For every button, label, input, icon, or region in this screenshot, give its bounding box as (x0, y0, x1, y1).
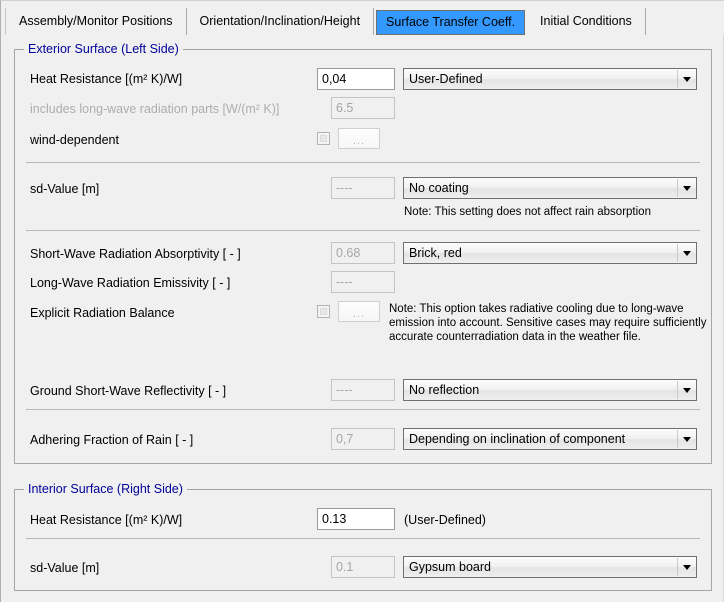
exterior-wind-dependent-options-button[interactable]: ... (338, 128, 380, 149)
exterior-sd-value-note: Note: This setting does not affect rain … (404, 205, 651, 219)
exterior-shortwave-absorptivity-dropdown[interactable]: Brick, red (403, 242, 697, 264)
interior-sd-value-dropdown-value: Gypsum board (409, 560, 491, 574)
exterior-surface-group: Exterior Surface (Left Side) Heat Resist… (14, 49, 712, 464)
tab-assembly-monitor-positions[interactable]: Assembly/Monitor Positions (5, 8, 187, 35)
exterior-wind-dependent-label: wind-dependent (30, 132, 119, 148)
exterior-explicit-radiation-balance-note-line3: accurate counterradiation data in the we… (389, 330, 641, 344)
exterior-explicit-radiation-balance-options-button[interactable]: ... (338, 301, 380, 322)
chevron-down-icon[interactable] (677, 179, 695, 197)
exterior-shortwave-absorptivity-input: 0.68 (331, 242, 395, 264)
exterior-sd-value-dropdown[interactable]: No coating (403, 177, 697, 199)
interior-heat-resistance-label: Heat Resistance [(m² K)/W] (30, 512, 182, 528)
tab-bar-filler (646, 8, 724, 35)
exterior-separator-1 (26, 162, 700, 163)
exterior-shortwave-absorptivity-label: Short-Wave Radiation Absorptivity [ - ] (30, 246, 241, 262)
surface-transfer-coefficients-page: Assembly/Monitor Positions Orientation/I… (0, 0, 724, 602)
interior-heat-resistance-suffix: (User-Defined) (404, 512, 486, 528)
exterior-longwave-parts-label: includes long-wave radiation parts [W/(m… (30, 101, 279, 117)
exterior-separator-2 (26, 230, 700, 231)
exterior-shortwave-absorptivity-dropdown-value: Brick, red (409, 246, 462, 260)
exterior-heat-resistance-dropdown[interactable]: User-Defined (403, 68, 697, 90)
exterior-wind-dependent-checkbox[interactable] (317, 132, 330, 145)
tab-bar: Assembly/Monitor Positions Orientation/I… (1, 1, 724, 35)
exterior-separator-3 (26, 409, 700, 410)
chevron-down-icon[interactable] (677, 430, 695, 448)
exterior-longwave-emissivity-input: ---- (331, 271, 395, 293)
exterior-heat-resistance-dropdown-value: User-Defined (409, 72, 483, 86)
chevron-down-icon[interactable] (677, 70, 695, 88)
interior-heat-resistance-input[interactable]: 0.13 (317, 508, 395, 530)
exterior-ground-reflectivity-input: ---- (331, 379, 395, 401)
exterior-adhering-rain-dropdown[interactable]: Depending on inclination of component (403, 428, 697, 450)
chevron-down-icon[interactable] (677, 381, 695, 399)
exterior-longwave-parts-input: 6.5 (331, 97, 395, 119)
exterior-ground-reflectivity-label: Ground Short-Wave Reflectivity [ - ] (30, 383, 226, 399)
exterior-ground-reflectivity-dropdown-value: No reflection (409, 383, 479, 397)
interior-sd-value-input[interactable]: 0.1 (331, 556, 395, 578)
interior-sd-value-label: sd-Value [m] (30, 560, 99, 576)
exterior-longwave-emissivity-label: Long-Wave Radiation Emissivity [ - ] (30, 275, 230, 291)
exterior-sd-value-dropdown-value: No coating (409, 181, 469, 195)
interior-separator-1 (26, 538, 700, 539)
exterior-explicit-radiation-balance-note-line1: Note: This option takes radiative coolin… (389, 302, 684, 316)
exterior-surface-legend: Exterior Surface (Left Side) (24, 42, 183, 56)
exterior-explicit-radiation-balance-label: Explicit Radiation Balance (30, 305, 175, 321)
exterior-heat-resistance-input[interactable]: 0,04 (317, 68, 395, 90)
tab-initial-conditions[interactable]: Initial Conditions (527, 8, 646, 35)
exterior-adhering-rain-label: Adhering Fraction of Rain [ - ] (30, 432, 193, 448)
exterior-explicit-radiation-balance-note-line2: emission into account. Sensitive cases m… (389, 316, 706, 330)
chevron-down-icon[interactable] (677, 558, 695, 576)
chevron-down-icon[interactable] (677, 244, 695, 262)
exterior-adhering-rain-dropdown-value: Depending on inclination of component (409, 432, 625, 446)
tab-orientation-inclination-height[interactable]: Orientation/Inclination/Height (187, 8, 375, 35)
interior-surface-legend: Interior Surface (Right Side) (24, 482, 187, 496)
tab-surface-transfer-coeff[interactable]: Surface Transfer Coeff. (376, 10, 525, 35)
exterior-sd-value-input: ---- (331, 177, 395, 199)
exterior-ground-reflectivity-dropdown[interactable]: No reflection (403, 379, 697, 401)
exterior-explicit-radiation-balance-checkbox[interactable] (317, 305, 330, 318)
exterior-sd-value-label: sd-Value [m] (30, 181, 99, 197)
interior-sd-value-dropdown[interactable]: Gypsum board (403, 556, 697, 578)
exterior-heat-resistance-label: Heat Resistance [(m² K)/W] (30, 71, 182, 87)
interior-surface-group: Interior Surface (Right Side) Heat Resis… (14, 489, 712, 591)
exterior-adhering-rain-input: 0,7 (331, 428, 395, 450)
